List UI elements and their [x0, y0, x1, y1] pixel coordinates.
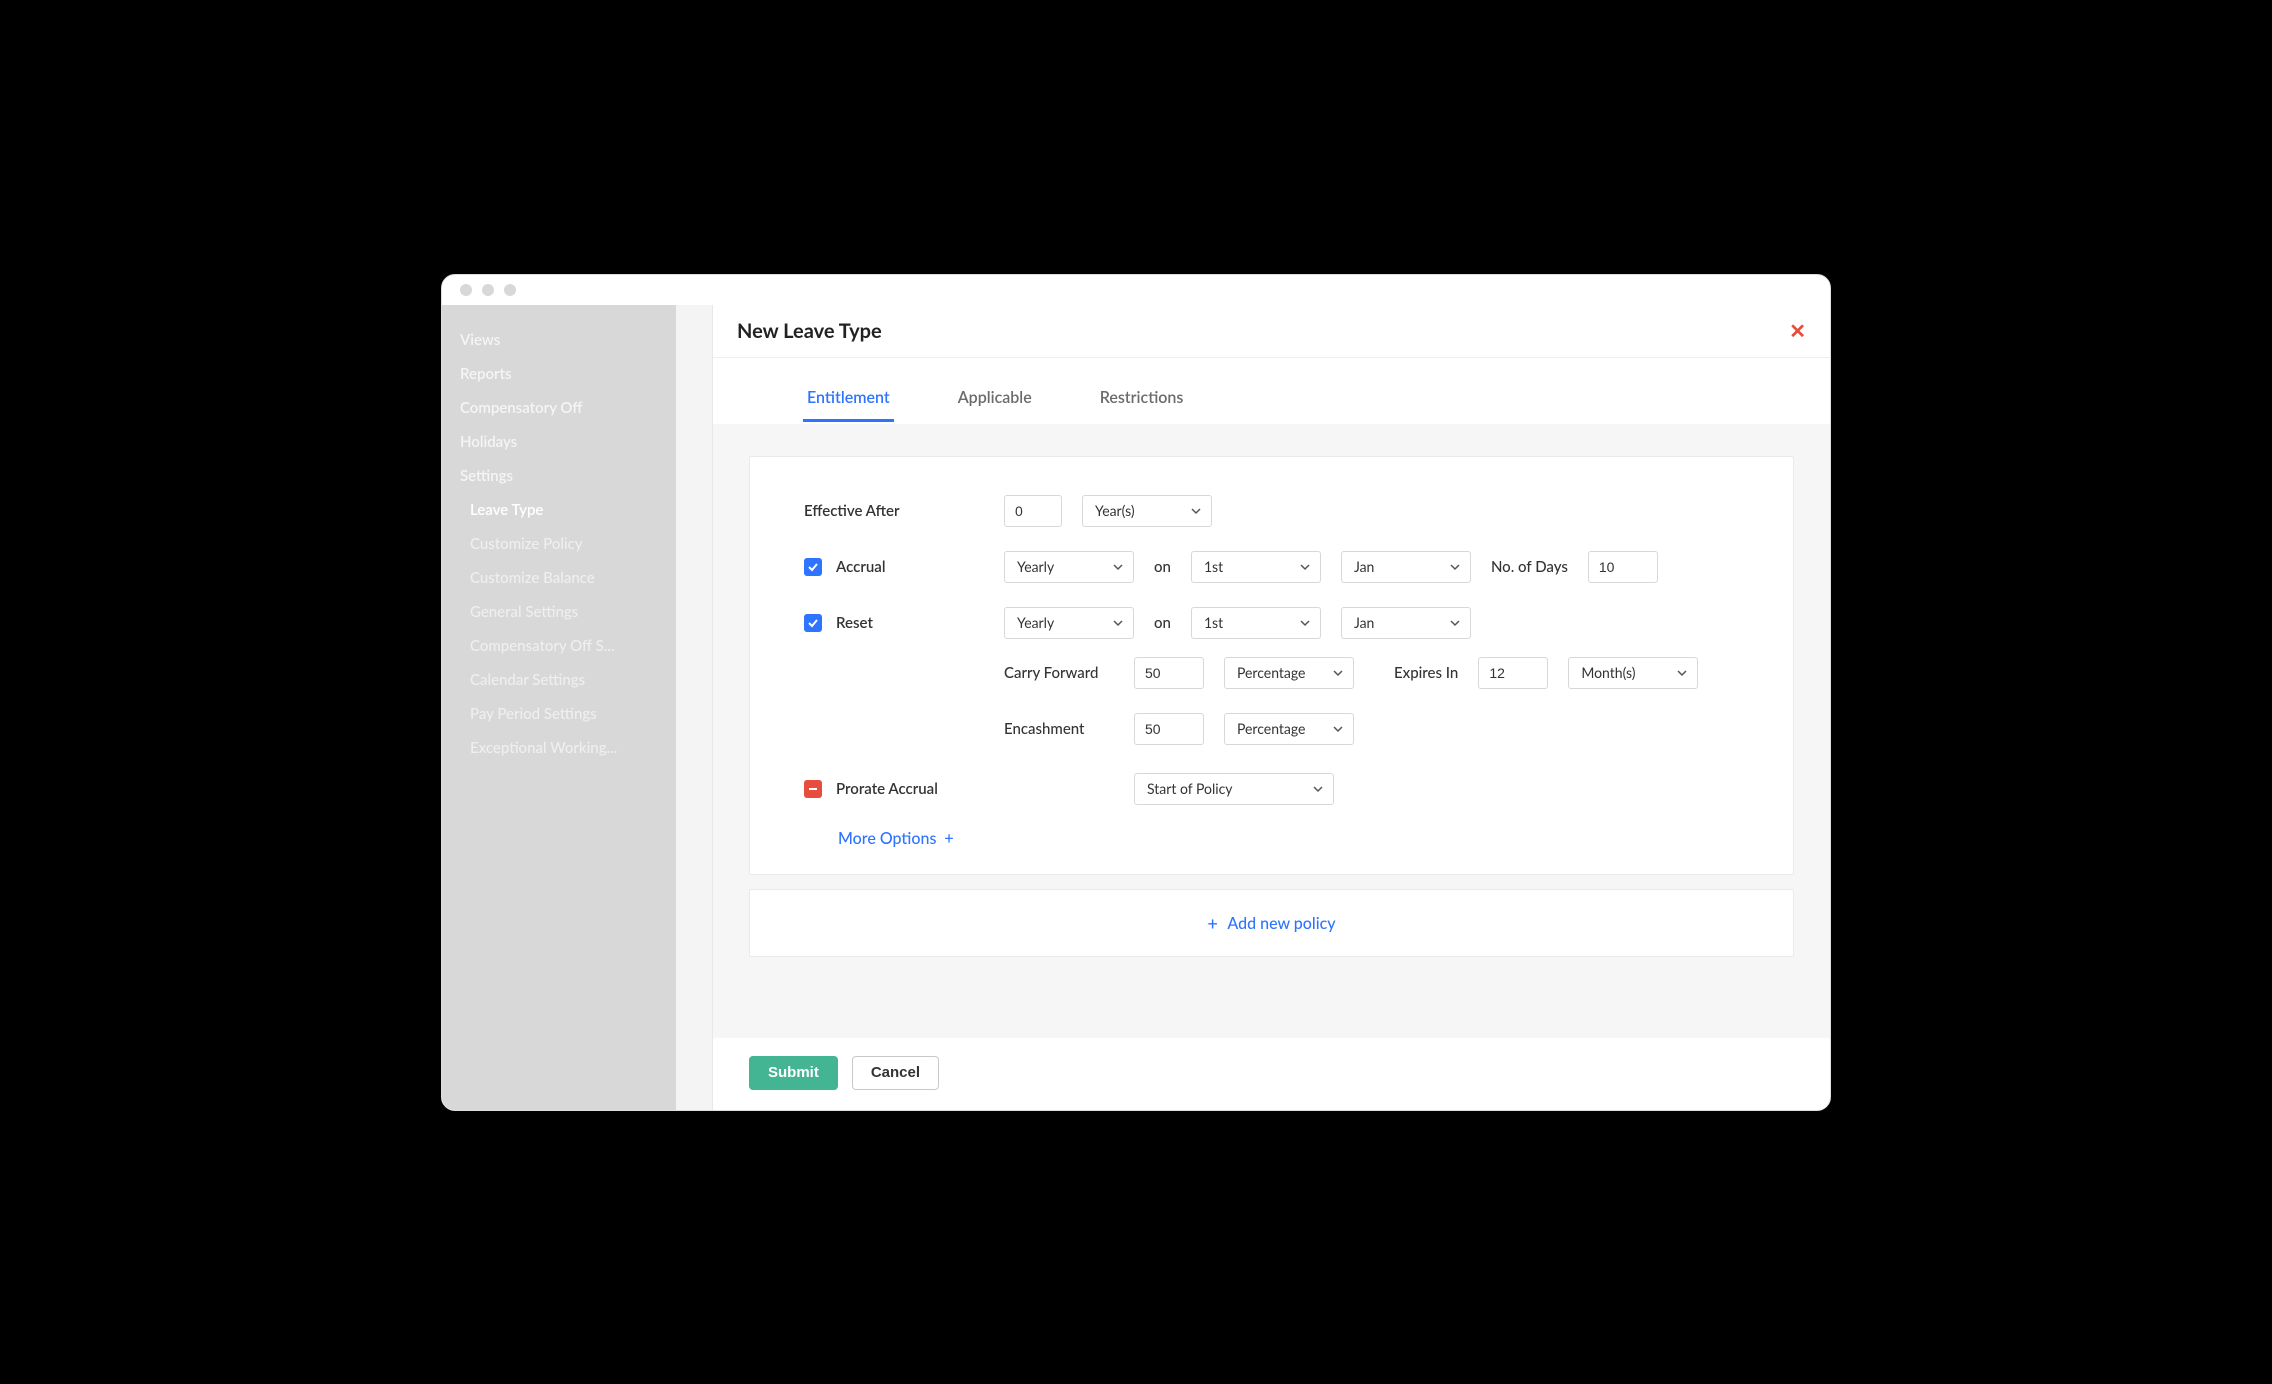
footer: Submit Cancel [713, 1038, 1830, 1110]
select-value: Jan [1354, 558, 1374, 575]
panel-header: New Leave Type ✕ [713, 305, 1830, 358]
sidebar-item-holidays[interactable]: Holidays [442, 425, 676, 459]
select-value: Start of Policy [1147, 780, 1233, 797]
chevron-down-icon [1333, 724, 1343, 734]
plus-icon: + [1207, 912, 1217, 934]
reset-checkbox[interactable] [804, 614, 822, 632]
chevron-down-icon [1113, 618, 1123, 628]
sidebar-sub-customize-balance[interactable]: Customize Balance [452, 561, 676, 595]
on-label: on [1154, 614, 1171, 632]
accrual-day-select[interactable]: 1st [1191, 551, 1321, 583]
encashment-unit-select[interactable]: Percentage [1224, 713, 1354, 745]
more-options-label: More Options [838, 829, 936, 848]
window-dot [482, 284, 494, 296]
tab-applicable[interactable]: Applicable [954, 380, 1036, 422]
chevron-down-icon [1450, 562, 1460, 572]
reset-month-select[interactable]: Jan [1341, 607, 1471, 639]
prorate-label: Prorate Accrual [836, 780, 938, 798]
tabs: Entitlement Applicable Restrictions [713, 380, 1830, 424]
select-value: Month(s) [1581, 664, 1635, 681]
chevron-down-icon [1450, 618, 1460, 628]
expires-in-label: Expires In [1394, 664, 1458, 682]
carry-forward-unit-select[interactable]: Percentage [1224, 657, 1354, 689]
expires-in-unit-select[interactable]: Month(s) [1568, 657, 1698, 689]
accrual-month-select[interactable]: Jan [1341, 551, 1471, 583]
cancel-button[interactable]: Cancel [852, 1056, 939, 1090]
select-value: Yearly [1017, 558, 1054, 575]
encashment-input[interactable] [1134, 713, 1204, 745]
add-new-policy-link[interactable]: + Add new policy [1207, 914, 1335, 933]
sidebar-item-views[interactable]: Views [442, 323, 676, 357]
carry-forward-input[interactable] [1134, 657, 1204, 689]
sidebar-sub-customize-policy[interactable]: Customize Policy [452, 527, 676, 561]
reset-day-select[interactable]: 1st [1191, 607, 1321, 639]
expires-in-input[interactable] [1478, 657, 1548, 689]
effective-after-input[interactable] [1004, 495, 1062, 527]
sidebar-sub-calendar-settings[interactable]: Calendar Settings [452, 663, 676, 697]
close-icon[interactable]: ✕ [1789, 319, 1806, 343]
chevron-down-icon [1191, 506, 1201, 516]
chevron-down-icon [1300, 562, 1310, 572]
sidebar-item-reports[interactable]: Reports [442, 357, 676, 391]
select-value: 1st [1204, 614, 1223, 631]
chevron-down-icon [1113, 562, 1123, 572]
num-days-label: No. of Days [1491, 558, 1568, 576]
select-value: Percentage [1237, 664, 1305, 681]
prorate-select[interactable]: Start of Policy [1134, 773, 1334, 805]
submit-button[interactable]: Submit [749, 1056, 838, 1090]
sidebar: Views Reports Compensatory Off Holidays … [442, 305, 676, 1110]
sidebar-sub-exceptional-working[interactable]: Exceptional Working... [452, 731, 676, 765]
accrual-label: Accrual [836, 558, 886, 576]
reset-frequency-select[interactable]: Yearly [1004, 607, 1134, 639]
add-new-policy-label: Add new policy [1227, 914, 1335, 933]
sidebar-item-compensatory-off[interactable]: Compensatory Off [442, 391, 676, 425]
more-options-link[interactable]: More Options + [838, 829, 954, 848]
effective-after-unit-select[interactable]: Year(s) [1082, 495, 1212, 527]
num-days-input[interactable] [1588, 551, 1658, 583]
sidebar-item-settings[interactable]: Settings [442, 459, 676, 493]
main-panel: New Leave Type ✕ Entitlement Applicable … [712, 305, 1830, 1110]
panel-gutter [676, 305, 712, 1110]
select-value: Yearly [1017, 614, 1054, 631]
select-value: Jan [1354, 614, 1374, 631]
encashment-label: Encashment [1004, 720, 1114, 738]
app-window: Views Reports Compensatory Off Holidays … [441, 274, 1831, 1111]
select-value: Percentage [1237, 720, 1305, 737]
effective-after-label: Effective After [804, 502, 900, 520]
prorate-checkbox[interactable] [804, 780, 822, 798]
chevron-down-icon [1677, 668, 1687, 678]
accrual-frequency-select[interactable]: Yearly [1004, 551, 1134, 583]
plus-icon: + [944, 829, 953, 848]
sidebar-sub-compensatory-off-settings[interactable]: Compensatory Off S... [452, 629, 676, 663]
panel-title: New Leave Type [737, 319, 882, 343]
window-dot [460, 284, 472, 296]
form-area: Effective After Year(s) Accrual [713, 424, 1830, 1038]
sidebar-sub-pay-period-settings[interactable]: Pay Period Settings [452, 697, 676, 731]
chevron-down-icon [1300, 618, 1310, 628]
add-policy-card: + Add new policy [749, 889, 1794, 957]
accrual-checkbox[interactable] [804, 558, 822, 576]
chevron-down-icon [1333, 668, 1343, 678]
select-value: 1st [1204, 558, 1223, 575]
window-titlebar [442, 275, 1830, 305]
sidebar-sub-leave-type[interactable]: Leave Type [452, 493, 676, 527]
window-dot [504, 284, 516, 296]
tab-restrictions[interactable]: Restrictions [1096, 380, 1188, 422]
entitlement-card: Effective After Year(s) Accrual [749, 456, 1794, 875]
on-label: on [1154, 558, 1171, 576]
select-value: Year(s) [1095, 502, 1135, 519]
chevron-down-icon [1313, 784, 1323, 794]
reset-label: Reset [836, 614, 873, 632]
carry-forward-label: Carry Forward [1004, 664, 1114, 682]
tab-entitlement[interactable]: Entitlement [803, 380, 894, 422]
sidebar-sub-general-settings[interactable]: General Settings [452, 595, 676, 629]
